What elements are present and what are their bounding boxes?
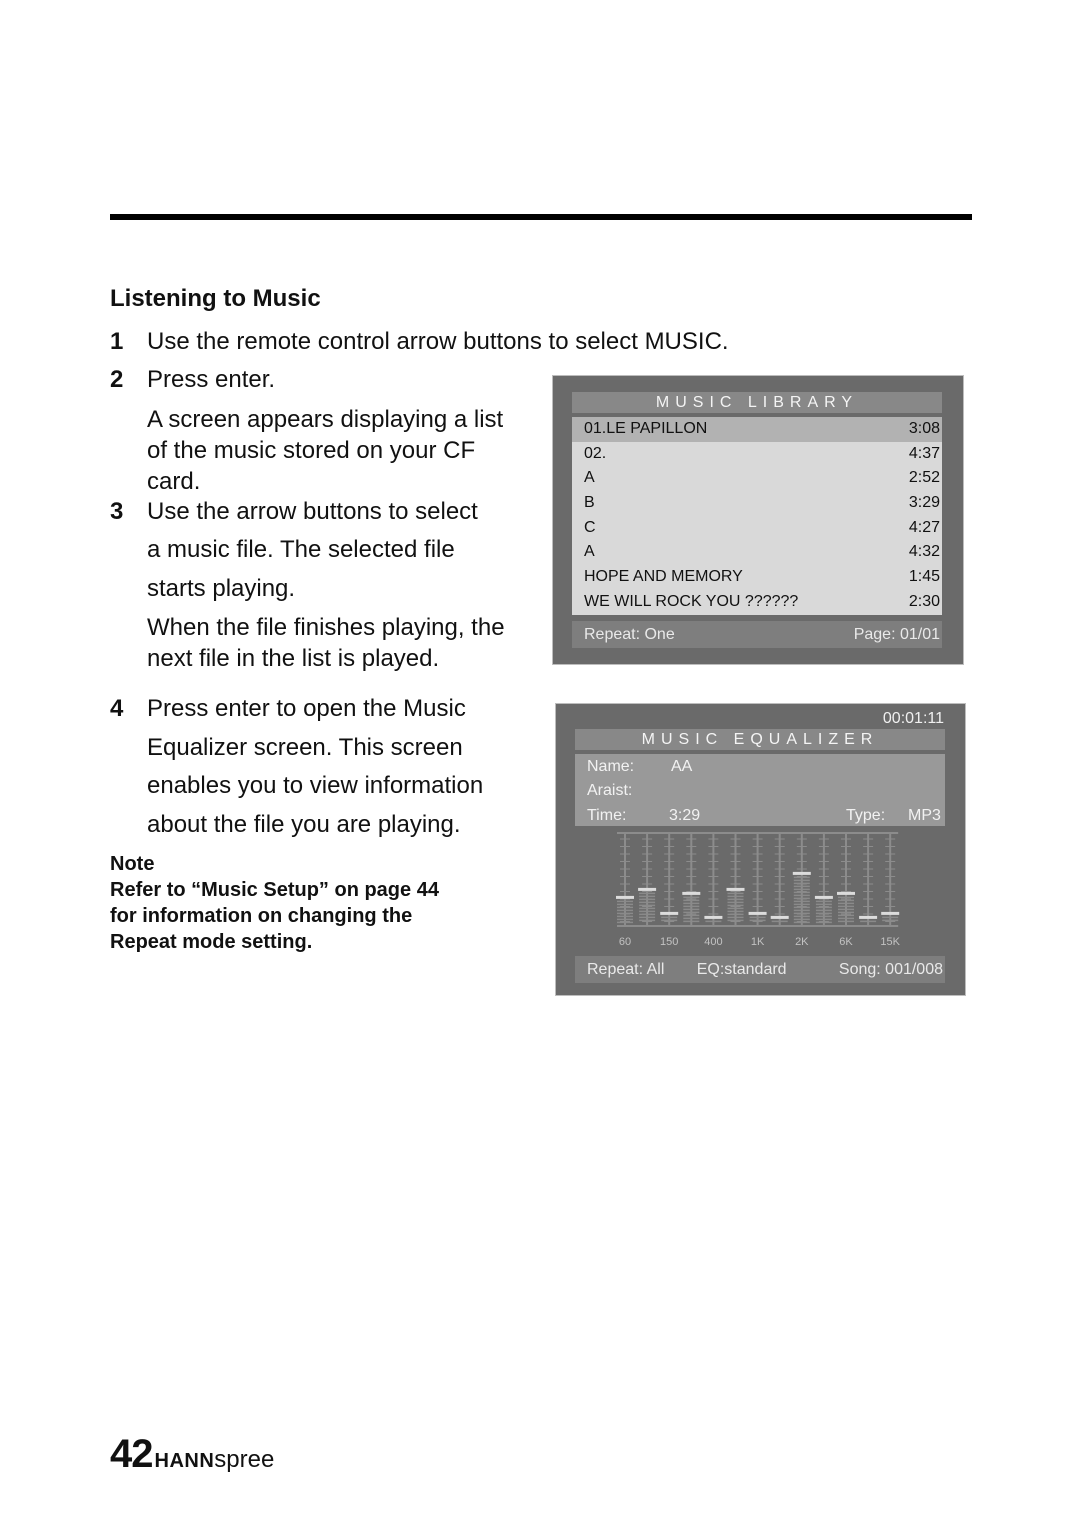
step-text: Press enter. [147,366,276,393]
eq-slider-knob [837,891,855,895]
track-duration: 2:52 [908,469,940,487]
music-equalizer-title: MUSIC EQUALIZER [575,729,945,750]
header-rule [110,214,972,220]
eq-band-label: 60 [619,936,631,948]
note-block: Note Refer to “Music Setup” on page 44 f… [110,851,439,955]
step-text-line: starts playing. [147,575,296,602]
step-text-line: about the file you are playing. [147,811,461,838]
eq-slider-knob [638,887,657,891]
step-2-detail: A screen appears displaying a list of th… [147,406,504,495]
eq-band-label: 1K [751,936,765,948]
step-text-line: Press enter to open the Music [147,695,466,722]
eq-slider-knob [726,887,745,891]
track-row[interactable]: 02. 4:37 [572,442,942,467]
page-indicator: Page: 01/01 [853,626,940,643]
eq-slider-knob [704,915,723,919]
elapsed-time: 00:01:11 [882,710,944,727]
repeat-mode: Repeat: One [584,626,675,643]
track-duration: 4:27 [908,518,940,536]
track-duration: 4:32 [908,543,940,561]
eq-band-label: 400 [704,936,722,948]
track-row[interactable]: HOPE AND MEMORY 1:45 [572,565,942,590]
music-library-screen: MUSIC LIBRARY 01.LE PAPILLON 3:08 02. 4:37… [552,375,964,665]
track-row[interactable]: 01.LE PAPILLON 3:08 [572,417,942,442]
eq-slider-knob [616,895,634,899]
step-number: 1 [110,328,124,355]
track-duration: 4:37 [908,444,940,462]
brand-logo-bold: HANN [154,1450,215,1472]
page-number: 42 [110,1432,153,1476]
track-name: 02. [584,444,607,462]
track-duration: 3:08 [908,420,940,437]
eq-slider-knob [792,871,811,875]
artist-label: Araist: [587,782,633,799]
track-duration: 3:29 [908,494,940,512]
track-row[interactable]: A 2:52 [572,466,942,491]
track-row[interactable]: WE WILL ROCK YOU ?????? 2:30 [572,590,942,615]
step-text-line: Use the arrow buttons to select [147,498,478,525]
track-name: B [584,494,595,512]
step-number: 4 [110,695,124,722]
track-info-panel: Name: AA Araist: Time: 3:29 Type: MP3 [575,754,945,826]
eq-slider-knob [682,891,701,895]
type-label: Type: [846,807,886,824]
track-name: 01.LE PAPILLON [584,420,708,437]
repeat-mode: Repeat: All [587,961,665,978]
track-name: A [584,543,595,561]
page-footer: 42 HANN spree [110,1432,274,1477]
note-label: Note [110,853,155,875]
eq-slider-knob [660,911,679,915]
eq-slider-knob [881,911,900,915]
eq-slider-knob [770,915,789,919]
track-name: HOPE AND MEMORY [584,568,743,586]
step-number: 3 [110,498,124,525]
note-line: for information on changing the [110,905,413,927]
eq-band-label: 6K [839,936,853,948]
eq-slider-knob [859,915,878,919]
time-label: Time: [587,807,627,824]
music-equalizer-screen: 00:01:11 MUSIC EQUALIZER Name: AA Araist… [555,703,966,996]
step-text-line: a music file. The selected file [147,536,455,563]
step-text-line: Equalizer screen. This screen [147,734,463,761]
eq-slider-knob [814,895,833,899]
eq-slider-knob [748,911,767,915]
brand-logo-light: spree [214,1446,275,1473]
track-row[interactable]: C 4:27 [572,516,942,541]
equalizer-status-bar: Repeat: All EQ:standard Song: 001/008 [575,956,945,983]
step-text: Use the remote control arrow buttons to … [147,328,729,355]
track-row[interactable]: B 3:29 [572,491,942,516]
note-line: Refer to “Music Setup” on page 44 [110,879,439,901]
eq-mode: EQ:standard [696,961,787,978]
note-line: Repeat mode setting. [110,931,313,953]
step-number: 2 [110,366,124,393]
step-3-detail: When the file finishes playing, the next… [147,614,505,672]
eq-band-label: 15K [880,936,900,948]
equalizer-graph: 60 150 400 1K 2K 6K 15K [616,832,901,948]
library-status-bar: Repeat: One Page: 01/01 [572,621,942,648]
track-duration: 1:45 [908,568,940,586]
track-name: C [584,518,596,536]
eq-band-label: 2K [795,936,809,948]
music-library-title: MUSIC LIBRARY [572,392,942,413]
step-text-line: enables you to view information [147,772,484,799]
eq-band-label: 150 [660,936,678,948]
name-label: Name: [587,758,635,775]
track-list: 01.LE PAPILLON 3:08 02. 4:37 A 2:52 B 3:29 C… [572,417,942,615]
name-value: AA [671,758,693,775]
song-counter: Song: 001/008 [838,961,943,978]
track-duration: 2:30 [908,592,940,610]
track-name: A [584,469,595,487]
time-value: 3:29 [669,807,701,824]
track-row[interactable]: A 4:32 [572,540,942,565]
section-title: Listening to Music [110,285,321,312]
track-name: WE WILL ROCK YOU ?????? [584,592,799,610]
type-value: MP3 [908,807,941,824]
